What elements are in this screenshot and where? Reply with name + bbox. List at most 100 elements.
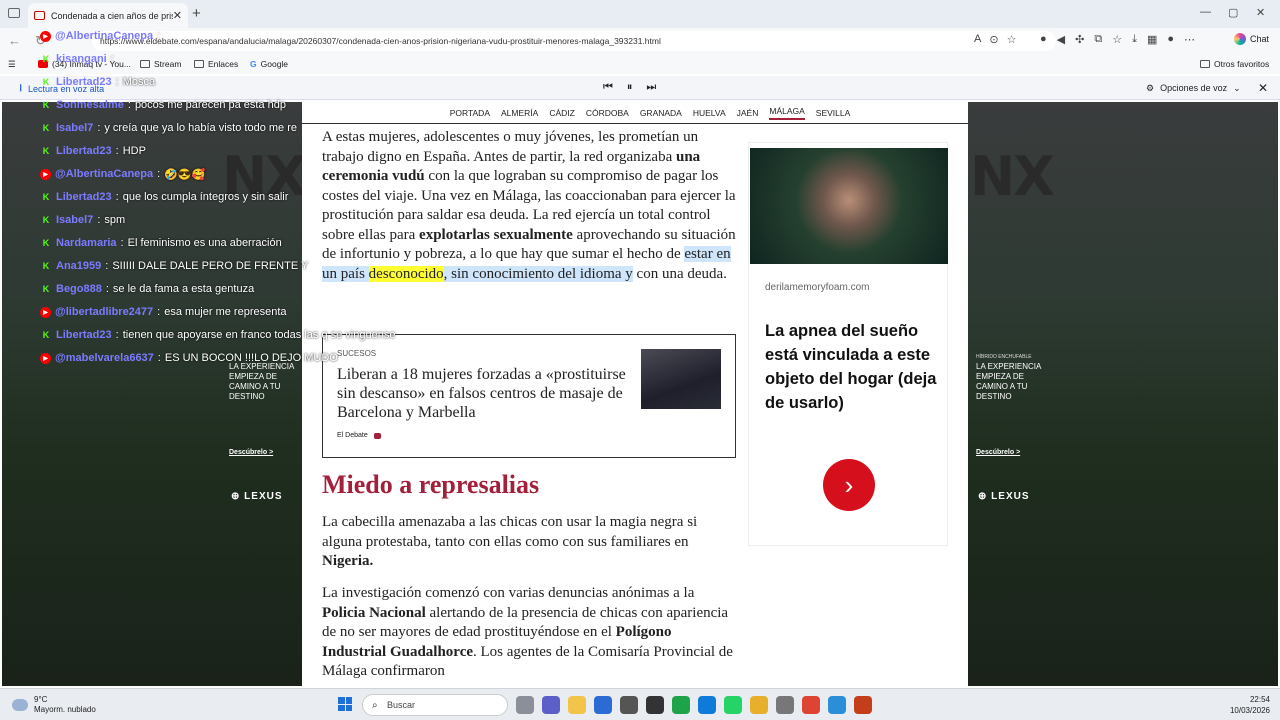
kick-app-icon[interactable]	[672, 696, 690, 714]
translate-icon[interactable]: ⊙	[989, 33, 998, 46]
taskbar-search[interactable]: ⌕ Buscar	[362, 694, 508, 716]
chat-username: kisangani	[56, 53, 107, 65]
other-favorites[interactable]: Otros favoritos	[1200, 59, 1269, 69]
sound-icon[interactable]: ◀	[1057, 33, 1065, 46]
related-title[interactable]: Liberan a 18 mujeres forzadas a «prostit…	[337, 365, 637, 422]
next-icon[interactable]: ⏭	[646, 81, 656, 94]
favorite-star-icon[interactable]: ☆	[1007, 33, 1017, 46]
section-link[interactable]: GRANADA	[640, 108, 682, 118]
section-link[interactable]: CÓRDOBA	[586, 108, 629, 118]
obs-icon[interactable]	[646, 696, 664, 714]
chat-separator: :	[157, 168, 161, 180]
taskbar-apps	[516, 696, 872, 714]
chat-username: Ana1959	[56, 260, 102, 272]
collections-icon[interactable]: ▦	[1147, 33, 1157, 46]
chat-text: esa mujer me representa	[164, 306, 287, 318]
split-screen-icon[interactable]: ⧉	[1094, 33, 1102, 46]
workspaces-icon[interactable]	[8, 8, 20, 18]
section-link[interactable]: CÁDIZ	[549, 108, 575, 118]
chat-separator: :	[105, 283, 109, 295]
previous-icon[interactable]: ⏮	[603, 81, 613, 94]
kick-icon: K	[42, 54, 50, 64]
chat-text: y creía que ya lo había visto todo me re	[104, 122, 297, 134]
chat-username: Isabel7	[56, 214, 94, 226]
windows-start-icon[interactable]	[338, 697, 352, 711]
chat-message: K Libertad23: que los cumpla íntegros y si…	[40, 189, 289, 205]
task-view-icon[interactable]	[516, 696, 534, 714]
whatsapp-icon[interactable]	[724, 696, 742, 714]
side-ad-right-logo: NX	[970, 145, 1055, 208]
browser-tab[interactable]: Condenada a cien años de prisi ✕	[28, 3, 188, 28]
comment-icon	[373, 432, 381, 439]
cloud-icon	[12, 699, 28, 711]
section-link[interactable]: SEVILLA	[816, 108, 851, 118]
chat-message: K Libertad23: tienen que apoyarse en franc…	[40, 327, 396, 343]
chat-separator: :	[110, 53, 114, 65]
chat-username: Isabel7	[56, 122, 94, 134]
powerpoint-icon[interactable]	[854, 696, 872, 714]
kick-icon: K	[42, 146, 50, 156]
chat-separator: :	[127, 99, 131, 111]
minimize-icon[interactable]: —	[1200, 6, 1211, 18]
chat-label: Chat	[1250, 34, 1270, 44]
weather-widget[interactable]: 9°C Mayorm. nublado	[12, 695, 96, 715]
sponsored-ad[interactable]: derilamemoryfoam.com La apnea del sueño …	[748, 142, 948, 546]
tab-title: Condenada a cien años de prisi	[51, 10, 173, 21]
ad-headline[interactable]: La apnea del sueño está vinculada a este…	[765, 319, 937, 415]
chat-separator: :	[115, 329, 119, 341]
back-icon[interactable]: ←	[8, 33, 35, 48]
taskbar: 9°C Mayorm. nublado ⌕ Buscar 22:54 10/03/20…	[0, 688, 1280, 720]
tab-bar: Condenada a cien años de prisi ✕ + — ▢ ✕	[0, 0, 1280, 28]
chat-text: pocos me parecen pa esta hdp	[134, 99, 286, 111]
read-aloud-icon[interactable]: A	[974, 33, 981, 46]
edge-icon[interactable]	[698, 696, 716, 714]
extension-icon[interactable]: ●	[1040, 33, 1047, 46]
close-tab-icon[interactable]: ✕	[173, 9, 182, 22]
chrome-alt-icon[interactable]	[802, 696, 820, 714]
close-read-aloud-icon[interactable]: ✕	[1258, 81, 1268, 95]
close-window-icon[interactable]: ✕	[1256, 6, 1265, 19]
kick-icon: K	[42, 123, 50, 133]
section-link[interactable]: HUELVA	[693, 108, 726, 118]
chat-username: Nardamaria	[56, 237, 117, 249]
system-clock[interactable]: 22:54 10/03/2026	[1222, 694, 1270, 716]
app-icon[interactable]	[776, 696, 794, 714]
voice-options-button[interactable]: ⚙ Opciones de voz ⌄	[1146, 83, 1241, 94]
new-tab-icon[interactable]: +	[192, 5, 201, 22]
chat-message: K Nardamaria: El feminismo es una aberraci…	[40, 235, 282, 251]
outlook-icon[interactable]	[594, 696, 612, 714]
kick-icon: K	[42, 284, 50, 294]
chat-text: El feminismo es una aberración	[127, 237, 282, 249]
chat-text: tienen que apoyarse en franco todas las …	[122, 329, 396, 341]
chrome-icon[interactable]	[750, 696, 768, 714]
puzzle-icon[interactable]: ✣	[1075, 33, 1084, 46]
related-thumbnail[interactable]	[641, 349, 721, 409]
ad-arrow-button[interactable]: ›	[823, 459, 875, 511]
profile-icon[interactable]: ●	[1167, 33, 1174, 46]
maximize-icon[interactable]: ▢	[1228, 6, 1238, 19]
ad-image[interactable]	[750, 148, 948, 264]
settings-icon[interactable]	[620, 696, 638, 714]
side-ad-right-link[interactable]: Descúbrelo >	[976, 449, 1020, 456]
side-ad-left-link[interactable]: Descúbrelo >	[229, 449, 273, 456]
more-icon[interactable]: ⋯	[1184, 33, 1195, 46]
favorites-icon[interactable]: ☆	[1112, 33, 1122, 46]
voice-settings-icon: ⚙	[1146, 83, 1155, 93]
chat-username: @AlbertinaCanepa	[55, 168, 154, 180]
favorites-menu-icon[interactable]: ☰	[8, 59, 16, 70]
chat-separator: :	[97, 214, 101, 226]
download-icon[interactable]: ⤓	[1132, 33, 1137, 46]
kick-icon: K	[42, 238, 50, 248]
copilot-chat-button[interactable]: Chat	[1234, 33, 1269, 45]
youtube-icon: ▶	[40, 306, 51, 318]
section-link[interactable]: MÁLAGA	[769, 106, 805, 120]
teams-icon[interactable]	[542, 696, 560, 714]
chat-message: K Bego888: se le da fama a esta gentuza	[40, 281, 254, 297]
chat-separator: :	[105, 260, 109, 272]
pause-icon[interactable]: ⏸	[627, 81, 633, 94]
section-heading: Miedo a represalias	[322, 470, 540, 499]
telegram-icon[interactable]	[828, 696, 846, 714]
section-link[interactable]: JAÉN	[737, 108, 759, 118]
file-explorer-icon[interactable]	[568, 696, 586, 714]
section-link[interactable]: ALMERÍA	[501, 108, 538, 118]
